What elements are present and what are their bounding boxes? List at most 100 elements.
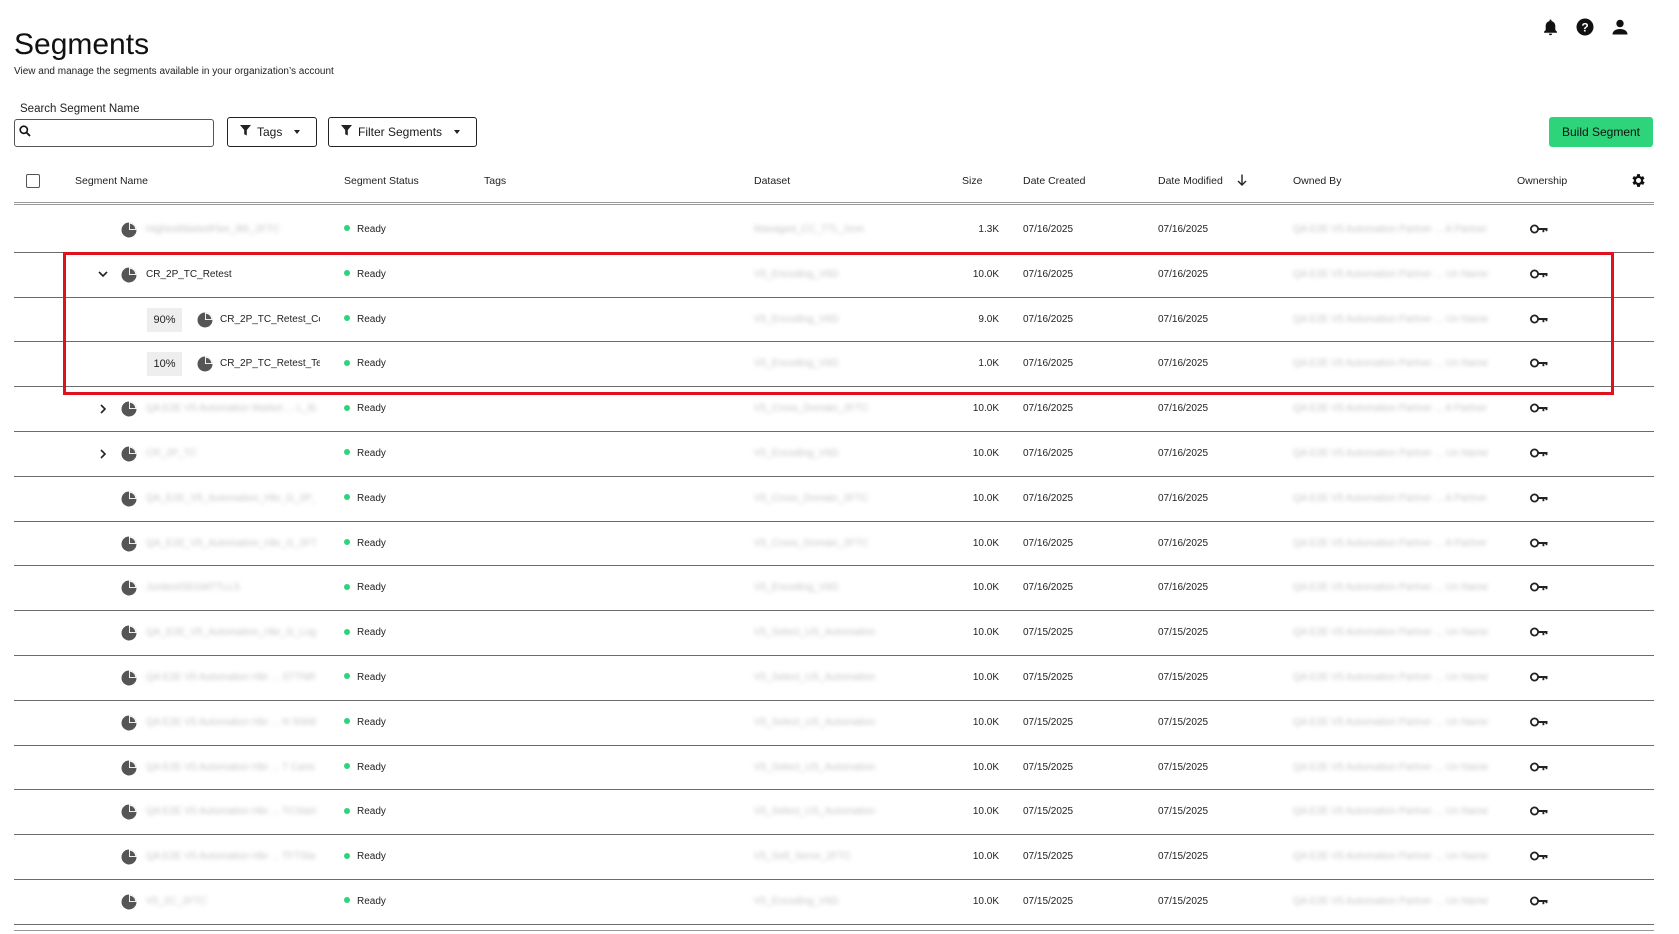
user-icon[interactable] (1611, 18, 1629, 36)
table-row[interactable]: 10% CR_2P_TC_Retest_Test Ready V5_Encoding_… (14, 342, 1654, 388)
col-date-created[interactable]: Date Created (1023, 175, 1085, 187)
segment-name[interactable]: QA E2E V5 Automation Hbr ... TCStart U (146, 806, 316, 817)
segment-name[interactable]: QA E2E V5 Automation Hbr ... T Carts (146, 762, 315, 773)
status-label: Ready (357, 806, 386, 818)
segment-name[interactable]: QA E2E V5 Automation Hbr ... TFTStart (146, 851, 316, 862)
table-row[interactable]: QA E2E V5 Automation Market ... L_Base Re… (14, 387, 1654, 432)
pie-chart-icon[interactable] (121, 849, 137, 865)
tags-filter-button[interactable]: Tags (227, 117, 317, 147)
status-label: Ready (357, 447, 386, 459)
pie-chart-icon[interactable] (121, 670, 137, 686)
segment-name[interactable]: HighestMarketFlee_8th_2FTC (146, 224, 280, 235)
col-owned-by[interactable]: Owned By (1293, 175, 1341, 187)
col-segment-name[interactable]: Segment Name (75, 175, 148, 187)
table-row[interactable]: JunitestSEGMTTLLS Ready V5_Encoding_V6D 10.… (14, 566, 1654, 612)
key-icon[interactable] (1530, 403, 1548, 416)
pie-chart-icon[interactable] (121, 491, 137, 507)
key-icon[interactable] (1530, 806, 1548, 819)
pie-chart-icon[interactable] (121, 222, 137, 238)
status-dot (344, 404, 350, 411)
segment-name[interactable]: QA E2E V5 Automation Market ... L_Base (146, 403, 316, 414)
search-input[interactable] (35, 122, 213, 144)
key-icon[interactable] (1530, 314, 1548, 327)
pie-chart-icon[interactable] (121, 446, 137, 462)
segment-name[interactable]: CR_2P_TC_Retest (146, 269, 232, 280)
gear-icon[interactable] (1630, 172, 1647, 192)
table-row[interactable]: QA_E2E_V5_Automation_Hbr_G_Logs Ready V5_S… (14, 611, 1654, 656)
table-row[interactable]: QA_E2E_V5_Automation_Hbr_G_2P_TC Ready V5_… (14, 477, 1654, 522)
pie-chart-icon[interactable] (121, 267, 137, 283)
table-row[interactable]: HighestMarketFlee_8th_2FTC Ready Managed_C… (14, 208, 1654, 253)
segment-name[interactable]: JunitestSEGMTTLLS (146, 582, 240, 593)
status-dot (344, 897, 350, 904)
key-icon[interactable] (1530, 448, 1548, 461)
pie-chart-icon[interactable] (197, 312, 213, 328)
table-row[interactable]: CR_2P_TC Ready V5_Encoding_V6D 10.0K 07/16/2… (14, 432, 1654, 477)
segment-name[interactable]: V5_2C_2FTC (146, 896, 207, 907)
pie-chart-icon[interactable] (121, 760, 137, 776)
page-subtitle: View and manage the segments available i… (14, 66, 334, 77)
table-row[interactable]: QA E2E V5 Automation Hbr ... TFTStart Rea… (14, 835, 1654, 880)
col-segment-status[interactable]: Segment Status (344, 175, 419, 187)
pie-chart-icon[interactable] (121, 625, 137, 641)
pie-chart-icon[interactable] (121, 536, 137, 552)
table-row[interactable]: V5_2C_2FTC Ready V5_Encoding_V6D 10.0K 07/15… (14, 880, 1654, 925)
key-icon[interactable] (1530, 358, 1548, 371)
bell-icon[interactable] (1541, 18, 1559, 36)
pie-chart-icon[interactable] (197, 356, 213, 372)
key-icon[interactable] (1530, 269, 1548, 282)
segment-name[interactable]: QA_E2E_V5_Automation_Hbr_G_Logs (146, 627, 316, 638)
build-segment-button[interactable]: Build Segment (1549, 117, 1653, 147)
pie-chart-icon[interactable] (121, 804, 137, 820)
split-percent-badge: 10% (147, 352, 182, 377)
segment-status: Ready (344, 314, 386, 325)
key-icon[interactable] (1530, 493, 1548, 506)
table-row[interactable]: QA_E2E_V5_Automation_Hbr_G_2FTC Ready V5_C… (14, 522, 1654, 567)
key-icon[interactable] (1530, 582, 1548, 595)
pie-chart-icon[interactable] (121, 580, 137, 596)
segment-name[interactable]: QA_E2E_V5_Automation_Hbr_G_2FTC (146, 538, 316, 549)
sort-desc-icon[interactable] (1237, 174, 1247, 189)
segment-name[interactable]: CR_2P_TC_Retest_Cont (220, 314, 320, 325)
table-row[interactable]: QA E2E V5 Automation Hbr ... T Carts Read… (14, 746, 1654, 791)
col-tags[interactable]: Tags (484, 175, 506, 187)
table-row[interactable]: QA E2E V5 Automation Hbr ... STTNRS Ready… (14, 656, 1654, 701)
chevron-down-icon[interactable] (96, 268, 110, 282)
key-icon[interactable] (1530, 851, 1548, 864)
segment-name[interactable]: CR_2P_TC (146, 448, 197, 459)
col-date-modified[interactable]: Date Modified (1158, 175, 1223, 187)
segment-name[interactable]: QA E2E V5 Automation Hbr ... STTNRS (146, 672, 316, 683)
segment-name[interactable]: QA_E2E_V5_Automation_Hbr_G_2P_TC (146, 493, 316, 504)
date-created: 07/16/2025 (1023, 537, 1074, 549)
key-icon[interactable] (1530, 627, 1548, 640)
table-row[interactable]: 90% CR_2P_TC_Retest_Cont Ready V5_Encoding_… (14, 298, 1654, 343)
key-icon[interactable] (1530, 896, 1548, 909)
filter-segments-button[interactable]: Filter Segments (328, 117, 477, 147)
help-icon[interactable]: ? (1576, 18, 1594, 36)
segment-name[interactable]: CR_2P_TC_Retest_Test (220, 358, 320, 369)
key-icon[interactable] (1530, 224, 1548, 237)
table-row[interactable]: CR_2P_TC_Retest Ready V5_Encoding_V6D 10.0K… (14, 253, 1654, 298)
chevron-right-icon[interactable] (96, 402, 110, 416)
table-row[interactable]: QA E2E V5 Automation Hbr ... N SNNRS Read… (14, 701, 1654, 746)
date-created: 07/15/2025 (1023, 627, 1074, 639)
pie-chart-icon[interactable] (121, 894, 137, 910)
col-ownership[interactable]: Ownership (1517, 175, 1567, 187)
key-icon[interactable] (1530, 717, 1548, 730)
filter-icon (240, 125, 251, 139)
pie-chart-icon[interactable] (121, 715, 137, 731)
date-created: 07/16/2025 (1023, 268, 1074, 280)
select-all-checkbox[interactable] (26, 174, 40, 188)
segment-name[interactable]: QA E2E V5 Automation Hbr ... N SNNRS (146, 717, 316, 728)
search-box[interactable] (14, 119, 214, 147)
col-dataset[interactable]: Dataset (754, 175, 790, 187)
table-header: Segment Name Segment Status Tags Dataset… (14, 165, 1654, 205)
table-row[interactable]: QA E2E V5 Automation Hbr ... TCStart U Re… (14, 790, 1654, 836)
key-icon[interactable] (1530, 672, 1548, 685)
pie-chart-icon[interactable] (121, 401, 137, 417)
key-icon[interactable] (1530, 538, 1548, 551)
chevron-right-icon[interactable] (96, 447, 110, 461)
segment-size: 10.0K (972, 851, 999, 863)
key-icon[interactable] (1530, 762, 1548, 775)
col-size[interactable]: Size (962, 175, 982, 187)
